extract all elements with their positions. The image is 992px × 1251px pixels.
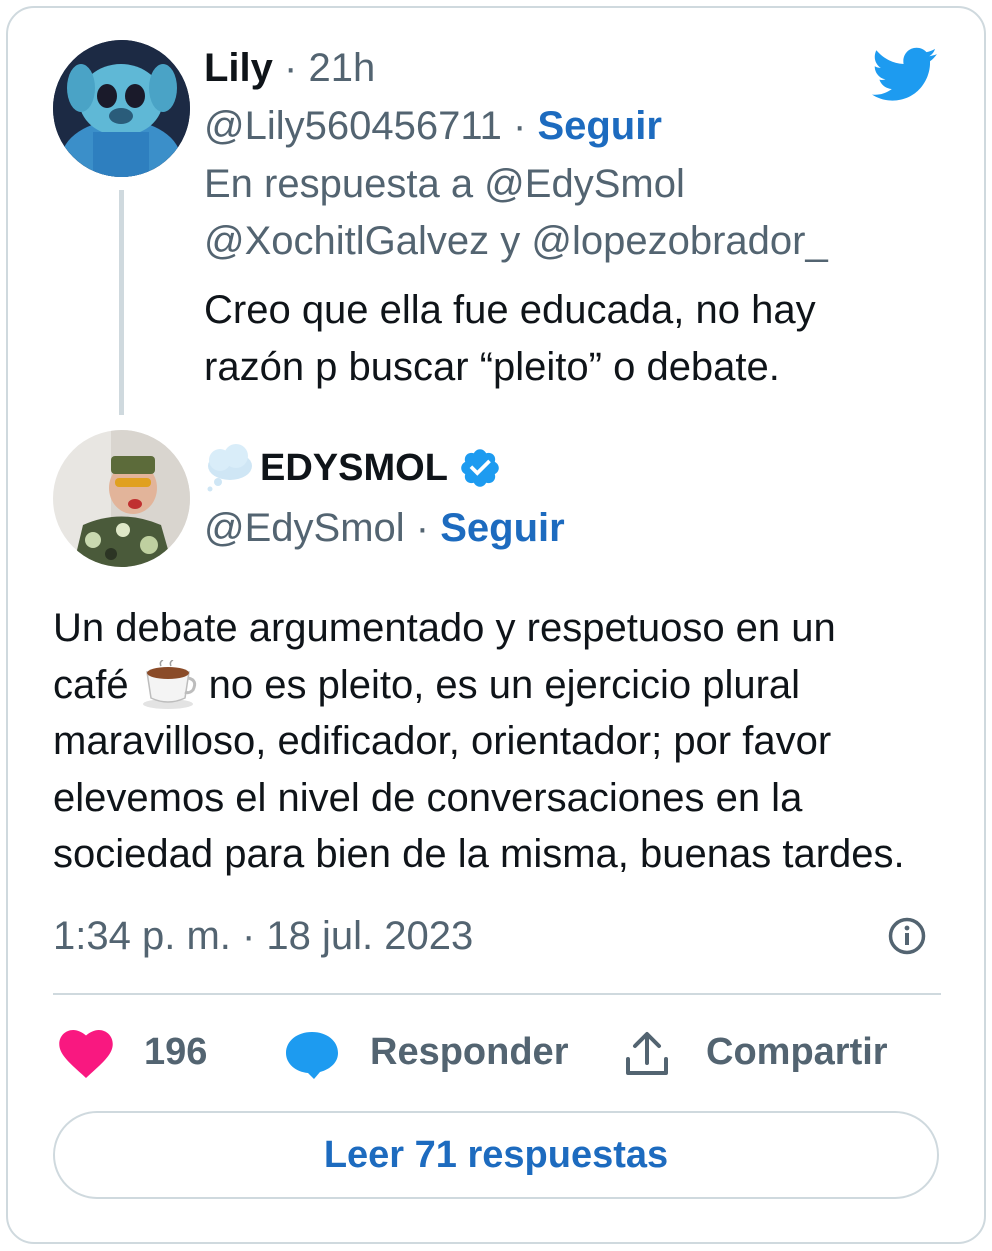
share-icon[interactable] [623, 1029, 671, 1077]
main-text-line-2b: no es pleito, es un ejercicio plural [208, 662, 801, 707]
main-tweet-header: EDYSMOL [204, 444, 502, 492]
reply-button[interactable]: Responder [370, 1031, 568, 1074]
twitter-bird-icon[interactable] [872, 47, 938, 103]
separator-dot: · [415, 506, 441, 550]
separator-dot: · [513, 104, 538, 148]
separator-dot: · [284, 46, 309, 90]
like-count[interactable]: 196 [144, 1031, 207, 1074]
reply-to-line-2[interactable]: @XochitlGalvez y @lopezobrador_ [204, 217, 828, 265]
avatar-edysmol[interactable] [53, 430, 190, 567]
cloud-emoji-icon [207, 444, 252, 492]
parent-follow-button[interactable]: Seguir [537, 104, 661, 148]
parent-handle-row: @Lily560456711 · Seguir [204, 102, 662, 150]
main-author-name[interactable]: EDYSMOL [260, 444, 448, 492]
tweet-timestamp[interactable]: 1:34 p. m. · 18 jul. 2023 [53, 912, 473, 960]
info-icon[interactable] [887, 916, 927, 956]
main-text-line-2a: café [53, 662, 129, 707]
actions-divider [53, 993, 941, 995]
main-tweet-text: Un debate argumentado y respetuoso en un… [53, 600, 953, 883]
verified-badge-icon [461, 449, 499, 487]
avatar-lily[interactable] [53, 40, 190, 177]
main-handle[interactable]: @EdySmol [204, 506, 405, 550]
parent-author-name[interactable]: Lily [204, 46, 273, 90]
parent-text-line-2: razón p buscar “pleito” o debate. [204, 345, 780, 389]
main-text-line-3: maravilloso, edificador, orientador; por… [53, 719, 832, 763]
heart-icon[interactable] [58, 1030, 114, 1078]
share-button[interactable]: Compartir [706, 1031, 888, 1074]
parent-text-line-1: Creo que ella fue educada, no hay [204, 288, 816, 332]
main-text-line-4: elevemos el nivel de conversaciones en l… [53, 775, 803, 820]
coffee-emoji-icon [142, 659, 196, 709]
main-handle-row: @EdySmol · Seguir [204, 504, 565, 552]
read-replies-button[interactable]: Leer 71 respuestas [53, 1111, 939, 1199]
read-replies-label: Leer 71 respuestas [323, 1133, 669, 1176]
main-text-line-1: Un debate argumentado y respetuoso en un [53, 606, 836, 650]
main-text-line-5: sociedad para bien de la misma, buenas t… [53, 832, 905, 876]
reply-bubble-icon[interactable] [284, 1030, 340, 1080]
thread-connector-line [119, 190, 124, 415]
parent-tweet-header: Lily · 21h [204, 44, 375, 92]
parent-handle[interactable]: @Lily560456711 [204, 104, 502, 148]
reply-to-line-1[interactable]: En respuesta a @EdySmol [204, 160, 685, 208]
main-text-line-2: café no es pleito, es un ejercicio plura… [53, 657, 953, 714]
main-follow-button[interactable]: Seguir [440, 506, 564, 550]
parent-time[interactable]: 21h [308, 46, 375, 90]
